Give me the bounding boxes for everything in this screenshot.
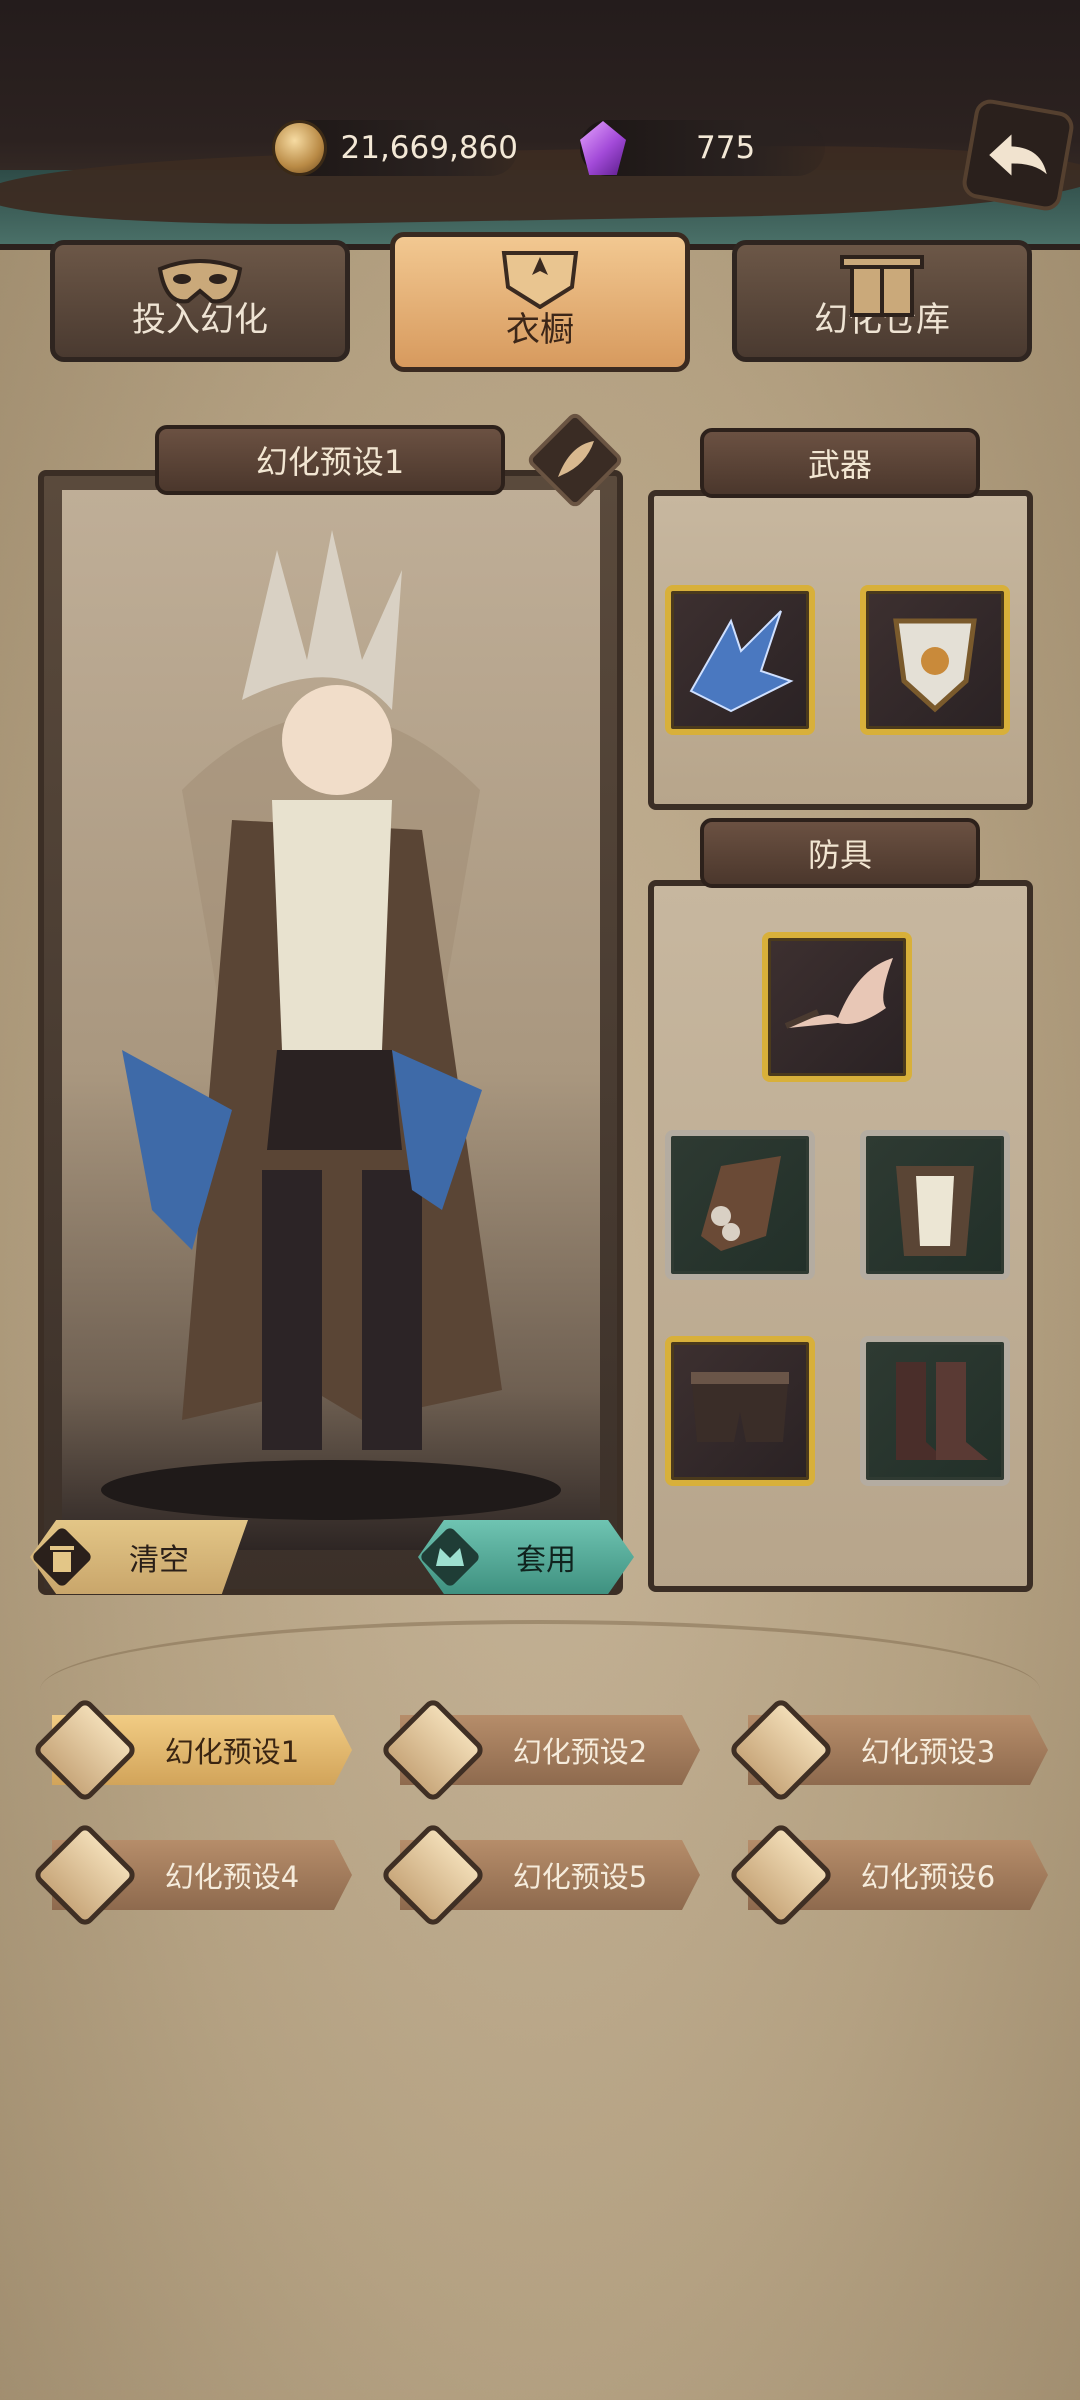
preset-1-emblem-icon xyxy=(31,1696,139,1804)
preset-label: 幻化预设2 xyxy=(512,1735,648,1769)
gem-counter: 775 xyxy=(580,120,825,176)
quill-icon xyxy=(558,441,594,477)
preview-title: 幻化预设1 xyxy=(255,443,405,481)
tab-label: 衣橱 xyxy=(506,310,574,350)
weapon-banner: 武器 xyxy=(700,428,980,498)
preset-label: 幻化预设1 xyxy=(164,1735,300,1769)
preset-label: 幻化预设3 xyxy=(860,1735,996,1769)
preset-label: 幻化预设4 xyxy=(164,1860,300,1894)
gauntlet-icon xyxy=(701,1156,781,1251)
mask-icon xyxy=(157,259,243,304)
armor-slot-shorts[interactable] xyxy=(665,1336,815,1486)
preview-title-banner: 幻化预设1 xyxy=(155,425,505,495)
apply-label: 套用 xyxy=(516,1543,576,1578)
apply-button[interactable]: 套用 xyxy=(418,1520,634,1594)
gold-amount: 21,669,860 xyxy=(340,130,519,166)
character-illustration xyxy=(101,530,561,1520)
armor-slot-chest[interactable] xyxy=(860,1130,1010,1280)
armor-title: 防具 xyxy=(807,836,872,874)
preset-2-emblem-icon xyxy=(379,1696,487,1804)
preset-label: 幻化预设6 xyxy=(860,1860,996,1894)
character-preview xyxy=(62,490,600,1550)
preset-3-emblem-icon xyxy=(727,1696,835,1804)
wings-icon xyxy=(784,958,893,1029)
claw-weapon-icon xyxy=(689,610,794,713)
chest-armor-icon xyxy=(896,1166,974,1256)
section-divider xyxy=(40,1620,1040,1690)
clear-label: 清空 xyxy=(129,1543,189,1578)
gold-counter: 21,669,860 xyxy=(272,120,518,176)
gold-coin-icon xyxy=(272,120,327,176)
purple-gem-icon xyxy=(580,121,626,175)
back-arrow-icon xyxy=(984,127,1052,185)
boots-icon xyxy=(896,1362,988,1460)
gem-amount: 775 xyxy=(696,130,756,166)
armor-slot-wings[interactable] xyxy=(762,932,912,1082)
weapon-slot-shield[interactable] xyxy=(860,585,1010,735)
armor-icon xyxy=(501,251,579,309)
armor-banner: 防具 xyxy=(700,818,980,888)
weapon-title: 武器 xyxy=(807,446,872,484)
armor-slot-gauntlets[interactable] xyxy=(665,1130,815,1280)
weapon-slot-claw[interactable] xyxy=(665,585,815,735)
crown-icon xyxy=(436,1548,464,1566)
shorts-icon xyxy=(691,1372,789,1442)
preset-4-emblem-icon xyxy=(31,1821,139,1929)
armor-slot-boots[interactable] xyxy=(860,1336,1010,1486)
trash-icon xyxy=(50,1546,74,1572)
preset-5-emblem-icon xyxy=(379,1821,487,1929)
shield-weapon-icon xyxy=(893,618,977,713)
preset-label: 幻化预设5 xyxy=(512,1860,648,1894)
preset-6-emblem-icon xyxy=(727,1821,835,1929)
tab-transmog-storage[interactable]: 幻化仓库 xyxy=(732,240,1032,362)
tab-wardrobe[interactable]: 衣橱 xyxy=(390,232,690,372)
wardrobe-icon xyxy=(840,255,924,317)
tab-invest-transmog[interactable]: 投入幻化 xyxy=(50,240,350,362)
clear-button[interactable]: 清空 xyxy=(30,1520,248,1594)
back-button[interactable] xyxy=(960,97,1076,213)
